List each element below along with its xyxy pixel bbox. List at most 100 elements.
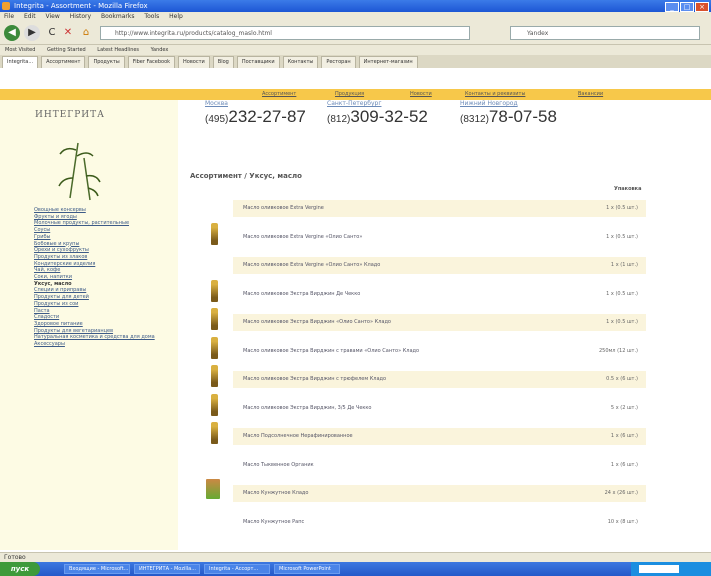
product-bottle-image[interactable] bbox=[211, 337, 218, 359]
product-row[interactable]: Масло оливковое Экстра Вирджин «Олио Сан… bbox=[233, 314, 646, 331]
product-name[interactable]: Масло оливковое Extra Vergine «Олио Сант… bbox=[243, 257, 380, 274]
product-name[interactable]: Масло оливковое Экстра Вирджин с трюфеле… bbox=[243, 371, 386, 388]
menu-bookmarks[interactable]: Bookmarks bbox=[101, 13, 135, 20]
product-name[interactable]: Масло оливковое Extra Vergine bbox=[243, 200, 324, 217]
nav-news[interactable]: Новости bbox=[410, 89, 432, 100]
sidebar-category-link[interactable]: Продукты для детей bbox=[34, 294, 174, 301]
phone-city[interactable]: Нижний Новгород bbox=[460, 100, 557, 107]
product-name[interactable]: Масло Подсолнечное Нерафинированное bbox=[243, 428, 353, 445]
sidebar-category-link[interactable]: Здоровое питание bbox=[34, 321, 174, 328]
sidebar-category-link[interactable]: Продукты из сои bbox=[34, 301, 174, 308]
product-bottle-image[interactable] bbox=[211, 365, 218, 387]
menu-file[interactable]: File bbox=[4, 13, 14, 20]
tray-input[interactable] bbox=[639, 565, 679, 573]
taskbar-item[interactable]: ИНТЕГРИТА - Mozilla... bbox=[134, 564, 200, 574]
tab[interactable]: Fiber Facebook bbox=[127, 56, 176, 68]
bookmark-item[interactable]: Getting Started bbox=[47, 47, 86, 53]
sidebar-category-link[interactable]: Орехи и сухофрукты bbox=[34, 247, 174, 254]
tab[interactable]: Ресторан bbox=[321, 56, 356, 68]
product-row[interactable]: Масло оливковое Экстра Вирджин, 3/5 Де Ч… bbox=[233, 400, 646, 417]
stop-button[interactable]: ✕ bbox=[60, 25, 76, 41]
sidebar-category-link[interactable]: Сладости bbox=[34, 314, 174, 321]
tab[interactable]: Контакты bbox=[282, 56, 319, 68]
home-button[interactable]: ⌂ bbox=[78, 25, 94, 41]
sidebar-category-link[interactable]: Аксессуары bbox=[34, 341, 174, 348]
forward-button[interactable]: ▶ bbox=[24, 25, 40, 41]
tab[interactable]: Ассортимент bbox=[41, 56, 86, 68]
sidebar-category-link[interactable]: Соки, напитки bbox=[34, 274, 174, 281]
sidebar-category-link[interactable]: Бобовые и крупы bbox=[34, 241, 174, 248]
back-button[interactable]: ◀ bbox=[4, 25, 20, 41]
nav-vacancies[interactable]: Вакансии bbox=[578, 89, 603, 100]
close-button[interactable]: × bbox=[695, 2, 709, 12]
product-row[interactable]: Масло оливковое Экстра Вирджин с трюфеле… bbox=[233, 371, 646, 388]
product-name[interactable]: Масло оливковое Экстра Вирджин «Олио Сан… bbox=[243, 314, 391, 331]
product-name[interactable]: Масло оливковое Extra Vergine «Олио Сант… bbox=[243, 229, 362, 246]
product-bottle-image[interactable] bbox=[211, 394, 218, 416]
sidebar-category-link[interactable]: Чай, кофе bbox=[34, 267, 174, 274]
sidebar-category-link[interactable]: Кондитерские изделия bbox=[34, 261, 174, 268]
product-bottle-image[interactable] bbox=[206, 479, 220, 499]
sidebar-category-link[interactable]: Фрукты и ягоды bbox=[34, 214, 174, 221]
product-row[interactable]: Масло оливковое Экстра Вирджин с травами… bbox=[233, 343, 646, 360]
product-row[interactable]: Масло оливковое Extra Vergine «Олио Сант… bbox=[233, 229, 646, 246]
product-name[interactable]: Масло Кунжутное Кладо bbox=[243, 485, 308, 502]
menu-history[interactable]: History bbox=[70, 13, 91, 20]
product-row[interactable]: Масло Тыквенное Органик 1 x (6 шт.) bbox=[233, 457, 646, 474]
menu-view[interactable]: View bbox=[46, 13, 60, 20]
product-row[interactable]: Масло оливковое Экстра Вирджин Де Чекко 1… bbox=[233, 286, 646, 303]
product-name[interactable]: Масло оливковое Экстра Вирджин с травами… bbox=[243, 343, 419, 360]
phone-city[interactable]: Москва bbox=[205, 100, 306, 107]
product-row[interactable]: Масло Кунжутное Рапс 10 x (8 шт.) bbox=[233, 514, 646, 531]
bookmark-item[interactable]: Latest Headlines bbox=[97, 47, 139, 53]
sidebar-category-link[interactable]: Овощные консервы bbox=[34, 207, 174, 214]
product-row[interactable]: Масло оливковое Extra Vergine 1 x (0.5 шт… bbox=[233, 200, 646, 217]
reload-button[interactable]: C bbox=[44, 25, 60, 41]
sidebar-category-link[interactable]: Специи и приправы bbox=[34, 287, 174, 294]
product-row[interactable]: Масло Кунжутное Кладо 24 x (26 шт.) bbox=[233, 485, 646, 502]
tab[interactable]: Integrita... bbox=[2, 56, 39, 68]
menu-tools[interactable]: Tools bbox=[144, 13, 159, 20]
maximize-button[interactable]: □ bbox=[680, 2, 694, 12]
tab[interactable]: Поставщики bbox=[236, 56, 280, 68]
product-bottle-image[interactable] bbox=[211, 280, 218, 302]
window-title-bar[interactable]: Integrita - Assortment - Mozilla Firefox… bbox=[0, 0, 711, 12]
product-name[interactable]: Масло оливковое Экстра Вирджин Де Чекко bbox=[243, 286, 360, 303]
taskbar-item[interactable]: Microsoft PowerPoint bbox=[274, 564, 340, 574]
sidebar-category-link[interactable]: Натуральная косметика и средства для дом… bbox=[34, 334, 174, 341]
search-box[interactable]: Yandex bbox=[510, 26, 700, 40]
menu-help[interactable]: Help bbox=[169, 13, 183, 20]
address-bar[interactable]: http://www.integrita.ru/products/catalog… bbox=[100, 26, 470, 40]
sidebar-category-link[interactable]: Продукты из злаков bbox=[34, 254, 174, 261]
phone-city[interactable]: Санкт-Петербург bbox=[327, 100, 428, 107]
nav-products[interactable]: Продукция bbox=[335, 89, 364, 100]
sidebar-category-link[interactable]: Соусы bbox=[34, 227, 174, 234]
sidebar-category-link[interactable]: Продукты для вегетарианцев bbox=[34, 328, 174, 335]
tab[interactable]: Продукты bbox=[88, 56, 125, 68]
sidebar-category-link[interactable]: Молочные продукты, растительные bbox=[34, 220, 174, 227]
tab[interactable]: Blog bbox=[212, 56, 234, 68]
sidebar-category-link[interactable]: Грибы bbox=[34, 234, 174, 241]
tab[interactable]: Новости bbox=[178, 56, 210, 68]
sidebar-category-link[interactable]: Уксус, масло bbox=[34, 281, 174, 288]
product-bottle-image[interactable] bbox=[211, 223, 218, 245]
product-name[interactable]: Масло Кунжутное Рапс bbox=[243, 514, 304, 531]
minimize-button[interactable]: _ bbox=[665, 2, 679, 12]
product-row[interactable]: Масло Подсолнечное Нерафинированное 1 x (… bbox=[233, 428, 646, 445]
product-name[interactable]: Масло оливковое Экстра Вирджин, 3/5 Де Ч… bbox=[243, 400, 372, 417]
taskbar-item[interactable]: Входящие - Microsoft... bbox=[64, 564, 130, 574]
bookmark-item[interactable]: Yandex bbox=[151, 47, 169, 53]
nav-assortment[interactable]: Ассортимент bbox=[262, 89, 296, 100]
sidebar-category-link[interactable]: Паста bbox=[34, 308, 174, 315]
menu-edit[interactable]: Edit bbox=[24, 13, 36, 20]
nav-contacts[interactable]: Контакты и реквизиты bbox=[465, 89, 525, 100]
taskbar-item[interactable]: Integrita - Ассорт... bbox=[204, 564, 270, 574]
product-bottle-image[interactable] bbox=[211, 308, 218, 330]
bookmark-item[interactable]: Most Visited bbox=[5, 47, 35, 53]
product-bottle-image[interactable] bbox=[211, 422, 218, 444]
product-row[interactable]: Масло оливковое Extra Vergine «Олио Сант… bbox=[233, 257, 646, 274]
site-logo[interactable]: ИНТЕГРИТА bbox=[30, 110, 110, 120]
start-button[interactable]: пуск bbox=[0, 562, 40, 576]
product-name[interactable]: Масло Тыквенное Органик bbox=[243, 457, 314, 474]
tab[interactable]: Интернет-магазин bbox=[358, 56, 418, 68]
